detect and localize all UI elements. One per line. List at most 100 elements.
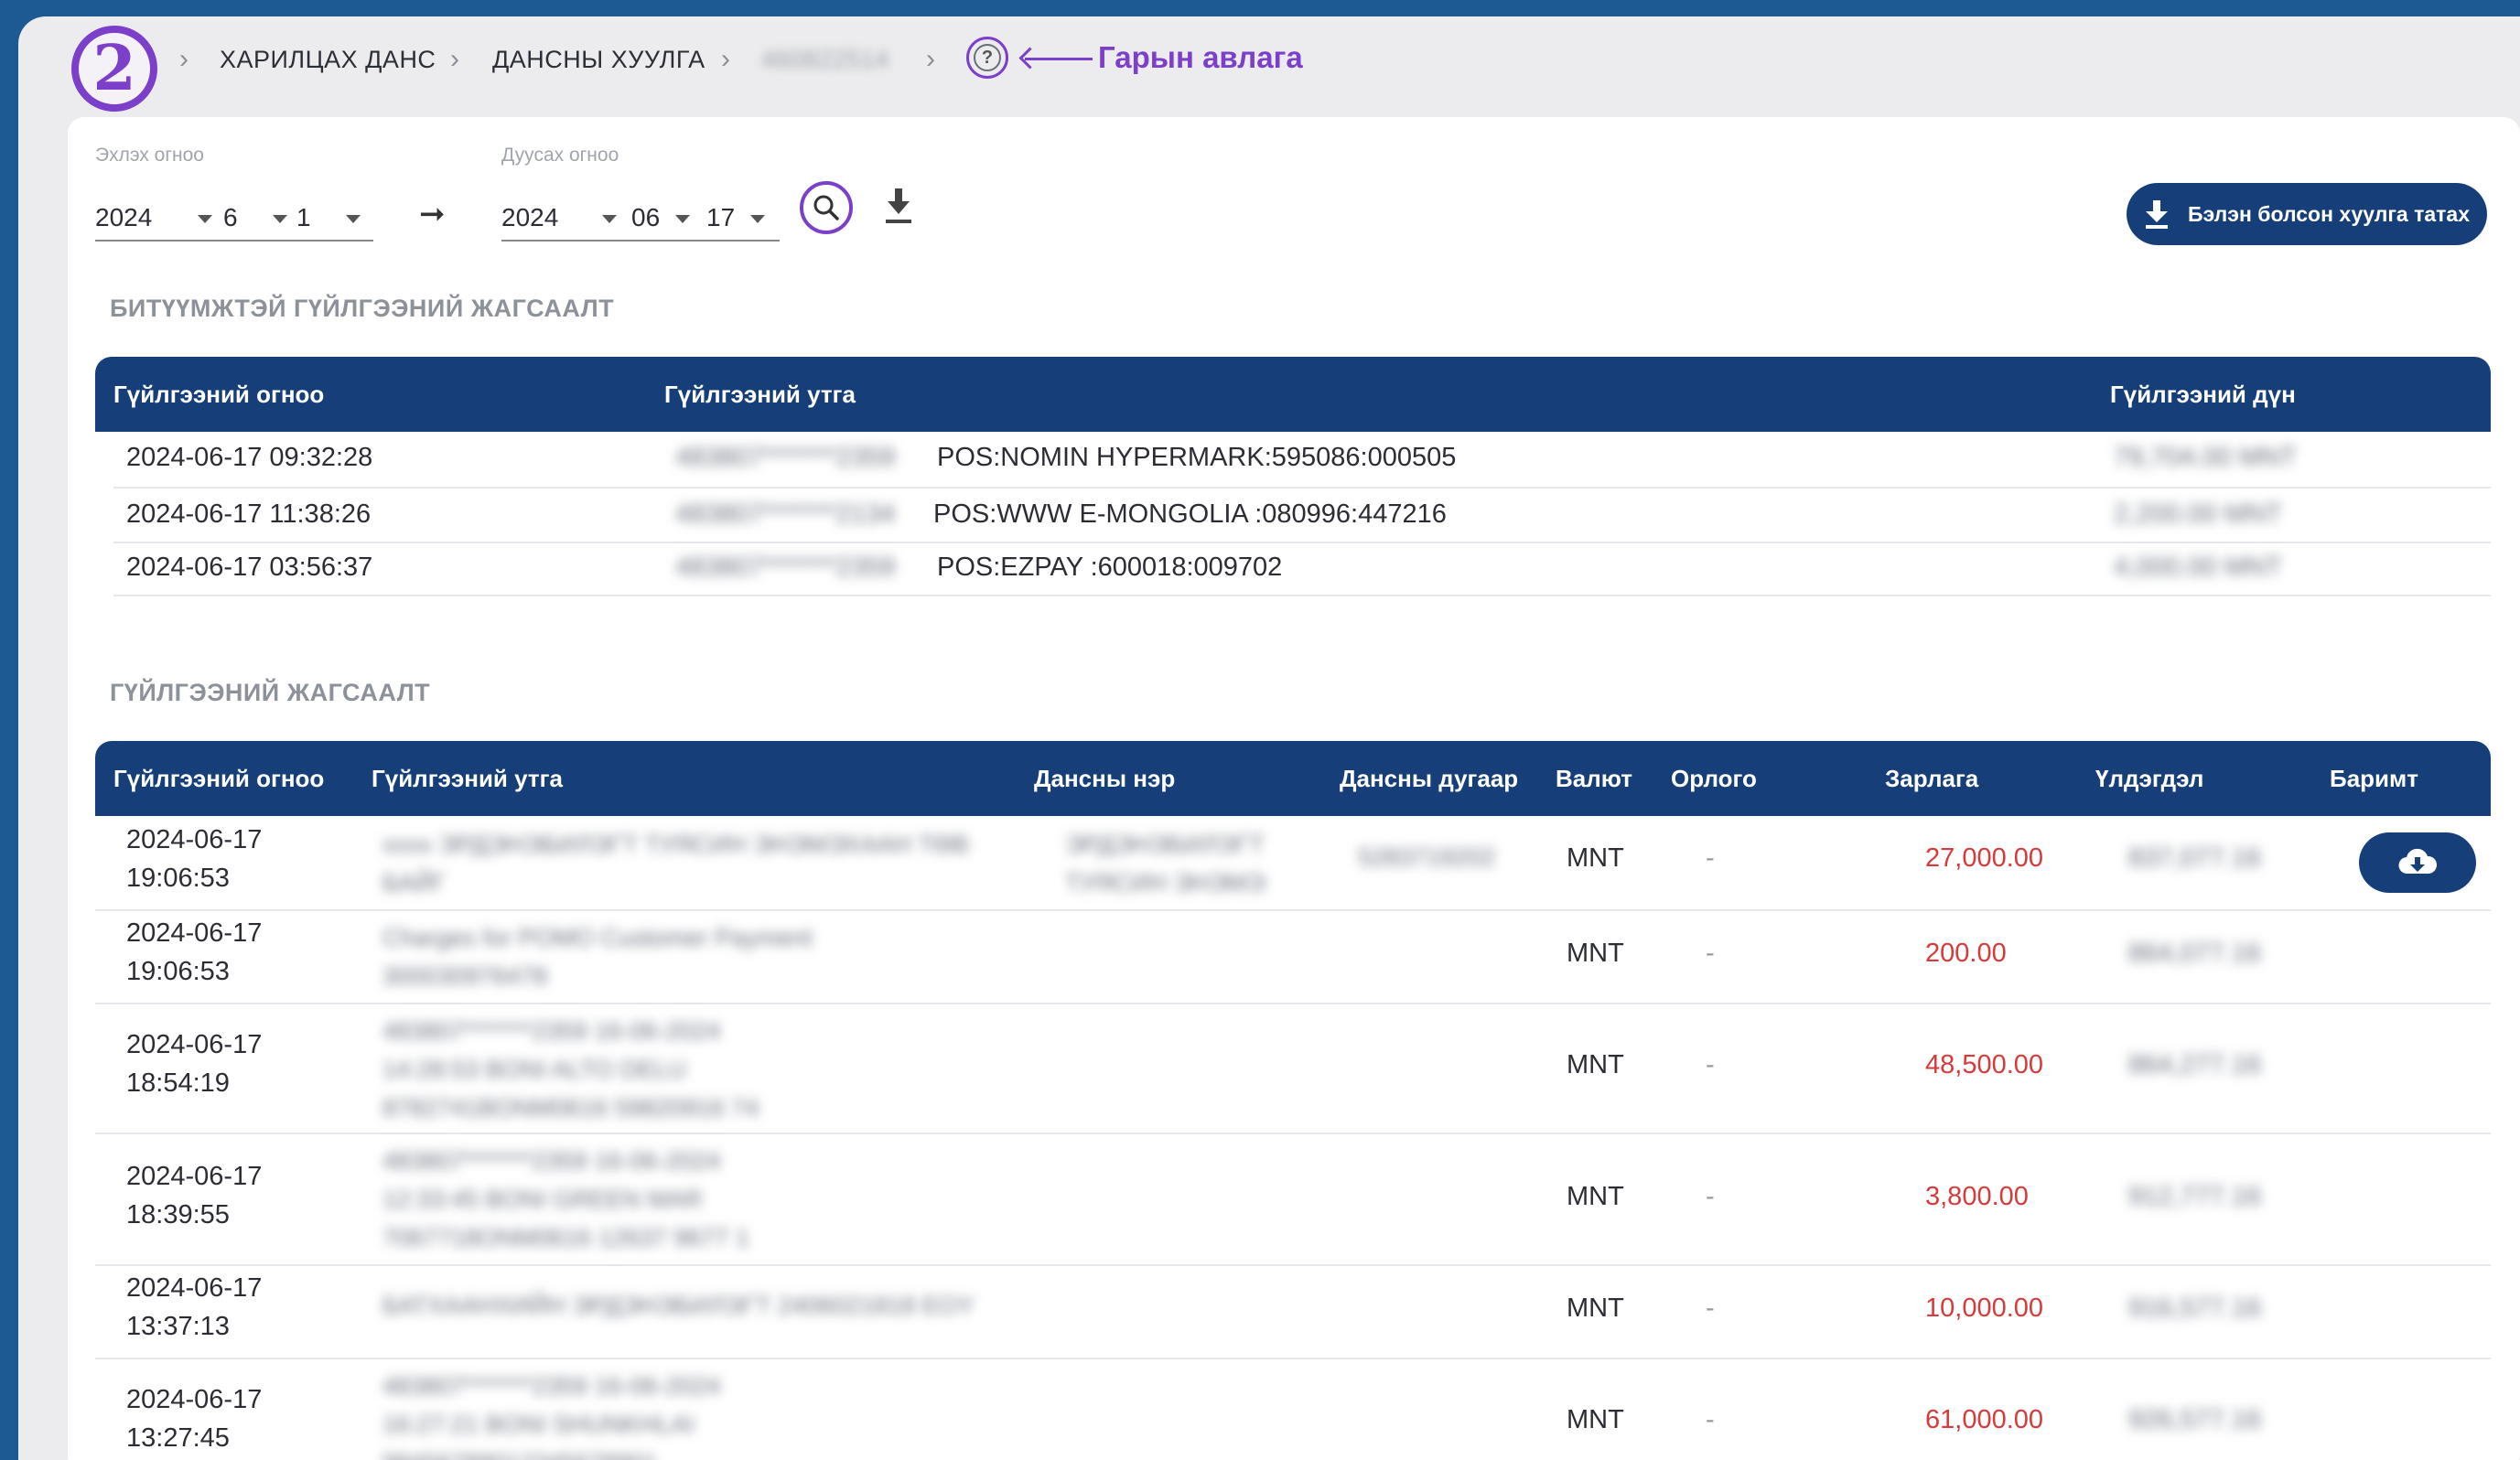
pending-desc: POS:NOMIN HYPERMARK:595086:000505 xyxy=(937,443,1457,472)
breadcrumb: 2 › ХАРИЛЦАХ ДАНС › ДАНСНЫ ХУУЛГА › 4608… xyxy=(18,16,2520,117)
download-icon[interactable] xyxy=(880,183,917,229)
pending-date: 2024-06-17 09:32:28 xyxy=(126,443,373,472)
chevron-down-icon[interactable] xyxy=(346,215,361,223)
chevron-right-icon: › xyxy=(721,44,730,74)
header-expense: Зарлага xyxy=(1885,764,1979,792)
row-date: 2024-06-17 xyxy=(126,1030,263,1059)
row-expense: 27,000.00 xyxy=(1925,843,2044,873)
start-year[interactable]: 2024 xyxy=(95,203,152,232)
row-balance: 864,077.16 xyxy=(2128,939,2262,968)
pending-header-desc: Гүйлгээний утга xyxy=(664,380,856,408)
download-statement-button[interactable]: Бэлэн болсон хуулга татах xyxy=(2127,183,2487,245)
row-currency: MNT xyxy=(1567,1405,1624,1434)
breadcrumb-item-statement[interactable]: ДАНСНЫ ХУУЛГА xyxy=(492,46,705,74)
row-date: 2024-06-17 xyxy=(126,918,263,948)
receipt-download-button[interactable] xyxy=(2359,832,2476,893)
row-income: - xyxy=(1706,939,1715,968)
chevron-down-icon[interactable] xyxy=(675,215,690,223)
end-date-field[interactable]: 2024 06 17 xyxy=(501,201,780,242)
row-time: 18:39:55 xyxy=(126,1200,230,1229)
row-currency: MNT xyxy=(1567,1182,1624,1211)
row-date: 2024-06-17 xyxy=(126,1273,263,1303)
row-balance: 864,277.16 xyxy=(2128,1050,2262,1079)
row-time: 19:06:53 xyxy=(126,864,230,893)
pending-date: 2024-06-17 11:38:26 xyxy=(126,499,372,529)
pending-date: 2024-06-17 03:56:37 xyxy=(126,553,373,582)
pending-section-title: БИТҮҮМЖТЭЙ ГҮЙЛГЭЭНИЙ ЖАГСААЛТ xyxy=(110,295,615,322)
pending-amount: 79,704.00 MNT xyxy=(2114,443,2297,472)
row-date: 2024-06-17 xyxy=(126,1385,263,1414)
download-statement-label: Бэлэн болсон хуулга татах xyxy=(2188,201,2470,226)
end-date-label: Дуусах огноо xyxy=(501,145,619,166)
pending-header-amount: Гүйлгээний дүн xyxy=(2110,380,2296,408)
start-date-label: Эхлэх огноо xyxy=(95,145,204,166)
row-income: - xyxy=(1706,1294,1715,1323)
row-date: 2024-06-17 xyxy=(126,1162,263,1191)
row-expense: 48,500.00 xyxy=(1925,1050,2044,1079)
end-month[interactable]: 06 xyxy=(631,203,660,232)
help-annotation-label: Гарын авлага xyxy=(1098,40,1303,74)
row-desc: БАТХААНХИЙН ЭРДЭНЭБИЛЭГТ 2406021818 EOY xyxy=(382,1292,975,1319)
row-income: - xyxy=(1706,1050,1715,1079)
table-row: 2024-06-17 19:06:53 Charges for POMO Cus… xyxy=(95,909,2491,1004)
start-month[interactable]: 6 xyxy=(223,203,238,232)
breadcrumb-item-accounts[interactable]: ХАРИЛЦАХ ДАНС xyxy=(220,46,436,74)
row-time: 13:27:45 xyxy=(126,1423,230,1453)
chevron-down-icon[interactable] xyxy=(198,215,212,223)
row-expense: 200.00 xyxy=(1925,939,2007,968)
row-time: 18:54:19 xyxy=(126,1068,230,1098)
header-receipt: Баримт xyxy=(2330,764,2418,792)
search-button[interactable] xyxy=(800,181,853,234)
transactions-section-title: ГҮЙЛГЭЭНИЙ ЖАГСААЛТ xyxy=(110,679,431,706)
table-row: 2024-06-17 11:38:26 483807*******2134 PO… xyxy=(113,487,2491,543)
row-expense: 10,000.00 xyxy=(1925,1294,2044,1323)
table-row: 2024-06-17 09:32:28 483807*******2359 PO… xyxy=(113,432,2491,488)
pending-table-header: Гүйлгээний огноо Гүйлгээний утга Гүйлгээ… xyxy=(95,357,2491,432)
pending-desc: POS:EZPAY :600018:009702 xyxy=(937,553,1283,582)
header-desc: Гүйлгээний утга xyxy=(372,764,563,792)
row-balance: 926,577.16 xyxy=(2128,1405,2262,1434)
statement-card: Эхлэх огноо 2024 6 1 ➞ Дуусах огноо 2024… xyxy=(68,117,2520,1460)
chevron-down-icon[interactable] xyxy=(602,215,617,223)
row-currency: MNT xyxy=(1567,1050,1624,1079)
row-expense: 61,000.00 xyxy=(1925,1405,2044,1434)
chevron-right-icon: › xyxy=(926,44,935,74)
row-desc: 483807*******2359 16-06-2024 12:33:45 BO… xyxy=(382,1147,749,1251)
start-date-field[interactable]: 2024 6 1 xyxy=(95,201,373,242)
transactions-table-header: Гүйлгээний огноо Гүйлгээний утга Дансны … xyxy=(95,741,2491,816)
search-icon xyxy=(813,195,839,220)
pending-amount: 4,000.00 MNT xyxy=(2114,553,2282,582)
range-arrow-icon: ➞ xyxy=(419,197,446,231)
row-account-name: ЭРДЭНЭБИЛЭГТ ТУЯСИН ЭНЭМЭ xyxy=(1065,831,1265,896)
step-number-badge: 2 xyxy=(71,26,157,112)
row-currency: MNT xyxy=(1567,939,1624,968)
row-income: - xyxy=(1706,1405,1715,1434)
row-currency: MNT xyxy=(1567,843,1624,873)
annotation-arrow-head xyxy=(1018,47,1041,70)
help-icon[interactable]: ? xyxy=(966,37,1008,79)
table-row: 2024-06-17 13:37:13 БАТХААНХИЙН ЭРДЭНЭБИ… xyxy=(95,1264,2491,1359)
header-account-name: Дансны нэр xyxy=(1034,764,1176,792)
pending-header-date: Гүйлгээний огноо xyxy=(113,380,325,408)
pending-card-masked: 483807*******2359 xyxy=(675,553,896,582)
start-day[interactable]: 1 xyxy=(296,203,311,232)
pending-amount: 2,200.00 MNT xyxy=(2114,499,2282,529)
table-row: 2024-06-17 18:39:55 483807*******2359 16… xyxy=(95,1133,2491,1266)
end-year[interactable]: 2024 xyxy=(501,203,558,232)
end-day[interactable]: 17 xyxy=(706,203,735,232)
chevron-right-icon: › xyxy=(179,44,188,74)
table-row: 2024-06-17 19:06:53 хххх ЭРДЭНЭБИЛЭГТ ТУ… xyxy=(95,816,2491,911)
row-expense: 3,800.00 xyxy=(1925,1182,2029,1211)
chevron-down-icon[interactable] xyxy=(750,215,765,223)
download-icon xyxy=(2146,200,2168,229)
row-time: 13:37:13 xyxy=(126,1312,230,1341)
header-currency: Валют xyxy=(1556,764,1633,792)
row-desc: 483807*******2359 16-06-2024 16:27:21 BO… xyxy=(382,1372,721,1460)
row-income: - xyxy=(1706,843,1715,873)
pending-desc: POS:WWW E-MONGOLIA :080996:447216 xyxy=(933,499,1447,529)
row-desc: Charges for POMO Customer Payment 300030… xyxy=(382,924,813,990)
header-income: Орлого xyxy=(1671,764,1757,792)
header-balance: Үлдэгдэл xyxy=(2095,764,2204,792)
row-balance: 916,577.16 xyxy=(2128,1294,2262,1323)
chevron-down-icon[interactable] xyxy=(273,215,287,223)
